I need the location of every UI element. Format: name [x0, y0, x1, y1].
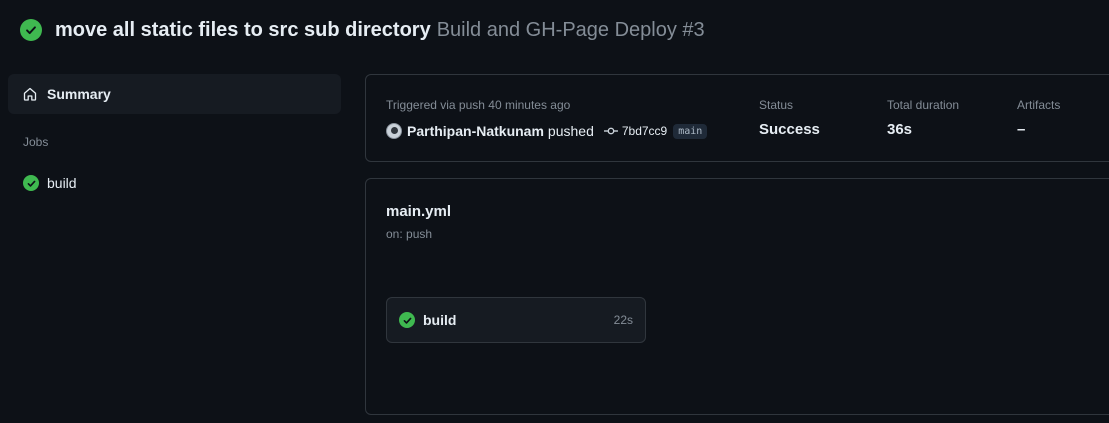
duration-label: Total duration	[887, 98, 960, 112]
sidebar-item-summary[interactable]: Summary	[8, 74, 341, 114]
home-icon	[23, 87, 37, 101]
run-header: move all static files to src sub directo…	[20, 17, 705, 43]
avatar[interactable]	[386, 123, 402, 139]
trigger-details: Parthipan-Natkunam pushed 7bd7cc9 main	[386, 121, 708, 141]
workflow-graph-card: main.yml on: push build 22s	[365, 178, 1109, 415]
job-node-build[interactable]: build 22s	[386, 297, 646, 343]
artifacts-label: Artifacts	[1017, 98, 1061, 112]
artifacts-value: –	[1017, 121, 1026, 138]
branch-label[interactable]: main	[673, 123, 708, 139]
status-value: Success	[759, 121, 820, 138]
git-commit-icon	[603, 127, 618, 135]
status-label: Status	[759, 98, 794, 112]
run-summary-card: Triggered via push 40 minutes ago Parthi…	[365, 74, 1109, 162]
trigger-info: Triggered via push 40 minutes ago	[386, 98, 571, 112]
job-duration: 22s	[613, 313, 633, 327]
sidebar-item-label: Summary	[47, 86, 111, 102]
workflow-run-name[interactable]: Build and GH-Page Deploy #3	[437, 19, 705, 42]
workflow-file-name: main.yml	[386, 203, 452, 220]
job-name: build	[423, 312, 457, 328]
workflow-trigger: on: push	[386, 227, 433, 241]
check-circle-icon	[23, 175, 39, 191]
duration-value: 36s	[887, 121, 913, 138]
sidebar-item-build[interactable]: build	[16, 170, 341, 196]
actor-link[interactable]: Parthipan-Natkunam	[407, 123, 544, 139]
check-circle-icon	[20, 19, 42, 41]
sidebar-item-label: build	[47, 175, 77, 191]
jobs-heading: Jobs	[23, 135, 49, 149]
commit-sha-link[interactable]: 7bd7cc9	[622, 124, 667, 138]
check-circle-icon	[399, 312, 415, 328]
run-title: move all static files to src sub directo…	[55, 18, 431, 41]
event-action: pushed	[547, 123, 594, 139]
